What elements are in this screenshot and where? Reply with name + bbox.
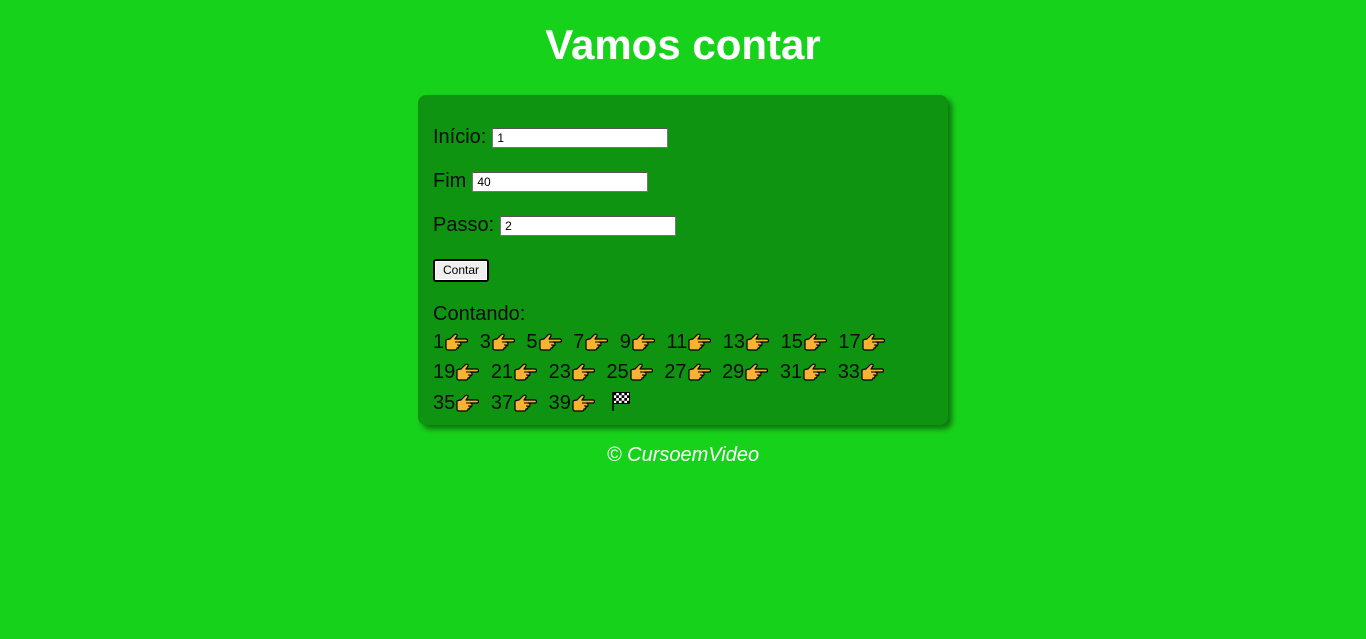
count-number: 23: [549, 361, 595, 383]
start-row: Início:: [433, 125, 933, 169]
pointing-hand-icon: [861, 332, 885, 360]
count-number: 13: [722, 330, 770, 353]
count-number-text: 1: [433, 330, 445, 353]
pointing-hand-icon: [455, 362, 480, 390]
footer: © CursoemVideo: [0, 444, 1366, 467]
start-label: Início:: [433, 126, 487, 148]
count-number-text: 3: [479, 330, 491, 353]
count-number: 33: [837, 361, 885, 383]
count-number-text: 23: [548, 361, 571, 383]
count-number: 15: [781, 331, 827, 353]
count-number: 25: [606, 361, 653, 383]
checkered-flag-icon: [610, 390, 632, 421]
pointing-hand-icon: [803, 332, 827, 360]
count-number-text: 19: [433, 361, 456, 383]
page-title: Vamos contar: [545, 21, 821, 68]
count-number: 3: [480, 331, 515, 353]
pointing-hand-icon: [571, 362, 595, 390]
result-numbers: 1 3 5 7 9 11 13 15 17 19 21 23 25 27 29 …: [433, 331, 891, 414]
count-number-text: 15: [780, 330, 803, 353]
count-number-text: 25: [606, 361, 629, 383]
count-number: 31: [779, 361, 827, 383]
pointing-hand-icon: [513, 362, 538, 390]
step-label: Passo:: [433, 214, 495, 236]
start-input[interactable]: [492, 128, 669, 148]
end-input[interactable]: [472, 172, 649, 192]
count-number-text: 37: [490, 391, 514, 414]
count-number-text: 31: [779, 361, 803, 383]
count-number-text: 13: [722, 330, 746, 353]
count-number-text: 33: [837, 361, 860, 383]
step-input[interactable]: [500, 216, 677, 236]
result-area: Contando: 1 3 5 7 9 11 13 15 17 19 21 23…: [433, 301, 933, 420]
step-row: Passo:: [433, 213, 933, 257]
count-number-text: 27: [664, 361, 687, 383]
count-number: 21: [490, 361, 538, 383]
end-label: Fim: [433, 170, 467, 192]
pointing-hand-icon: [584, 332, 609, 360]
pointing-hand-icon: [802, 362, 827, 390]
count-number-text: 21: [490, 361, 514, 383]
count-number: 29: [722, 361, 769, 383]
count-number: 39: [549, 392, 595, 414]
count-number-text: 29: [722, 361, 745, 383]
count-button[interactable]: Contar: [433, 258, 490, 282]
count-number: 17: [838, 330, 885, 353]
pointing-hand-icon: [491, 332, 515, 360]
count-number-text: 9: [619, 330, 631, 353]
pointing-hand-icon: [631, 332, 655, 360]
count-number: 9: [620, 331, 655, 353]
count-number-text: 39: [548, 391, 571, 414]
count-number: 11: [666, 330, 712, 353]
pointing-hand-icon: [538, 332, 562, 360]
pointing-hand-icon: [745, 332, 770, 360]
pointing-hand-icon: [629, 362, 653, 390]
pointing-hand-icon: [744, 362, 769, 390]
count-number-text: 11: [666, 330, 688, 353]
count-number: 7: [573, 330, 609, 353]
end-row: Fim: [433, 169, 933, 213]
page-header: Vamos contar: [0, 0, 1366, 75]
count-number-text: 5: [526, 330, 538, 353]
count-number: 27: [664, 361, 711, 383]
counter-card: Início: Fim Passo: Contar Contando: 1 3 …: [418, 95, 948, 425]
pointing-hand-icon: [687, 362, 711, 390]
pointing-hand-icon: [571, 393, 595, 421]
pointing-hand-icon: [687, 332, 712, 360]
count-number: 19: [433, 361, 480, 383]
pointing-hand-icon: [513, 393, 538, 421]
count-number-text: 35: [433, 391, 456, 414]
count-number-text: 17: [838, 330, 861, 353]
pointing-hand-icon: [455, 393, 480, 421]
pointing-hand-icon: [444, 332, 469, 360]
result-label: Contando:: [433, 303, 526, 325]
count-number: 1: [433, 330, 469, 353]
footer-text: © CursoemVideo: [606, 444, 760, 466]
count-number: 35: [433, 391, 480, 414]
count-number-text: 7: [573, 330, 585, 353]
count-number: 37: [490, 391, 538, 414]
button-row: Contar: [433, 257, 933, 301]
pointing-hand-icon: [860, 362, 885, 390]
count-number: 5: [526, 330, 562, 353]
